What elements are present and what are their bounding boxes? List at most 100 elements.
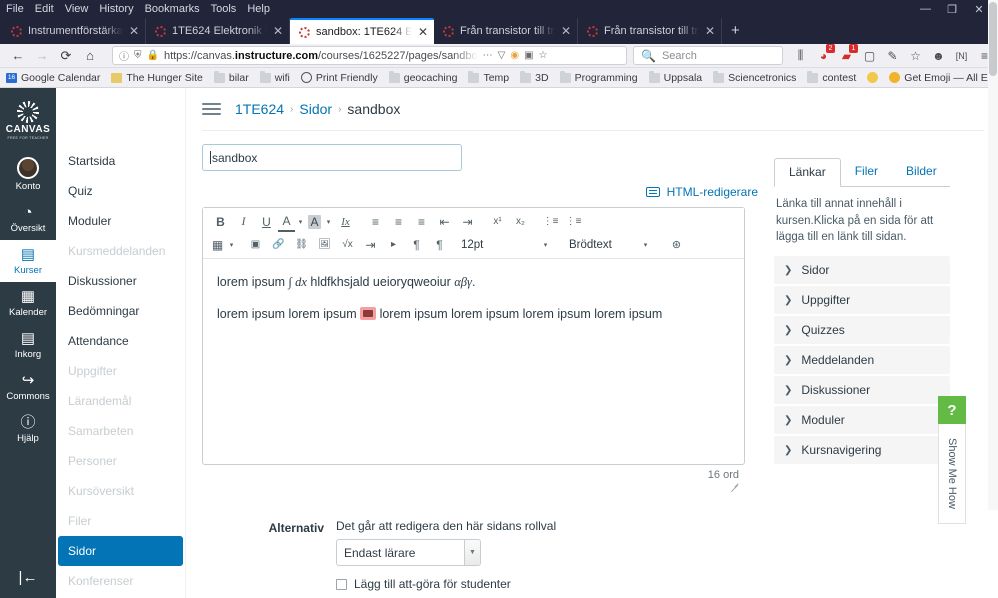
forward-button[interactable]: → [30,46,54,66]
rte-content-area[interactable]: lorem ipsum ∫ dx hldfkhsjald ueioryqweoi… [203,259,744,464]
browser-tab[interactable]: Från transistor till transistorförs ✕ [578,18,722,44]
globalnav-item-hjalp[interactable]: ⓘ Hjälp [0,408,56,450]
align-right-button[interactable]: ≡ [410,211,433,232]
sidebar-item-uppgifter[interactable]: ❯ Uppgifter [774,286,950,315]
tab-filer[interactable]: Filer [841,158,892,186]
bookmark-item[interactable]: bilar [213,70,249,84]
outdent-button[interactable]: ⇤ [433,211,456,232]
menu-tools[interactable]: Tools [211,3,237,15]
browser-tab[interactable]: Från transistor till transistorförs ✕ [434,18,578,44]
home-button[interactable]: ⌂ [78,46,102,66]
window-controls[interactable]: — ❐ ✕ [920,3,994,16]
bullet-list-button[interactable]: ⋮≡ [539,211,562,232]
bold-button[interactable]: B [209,211,232,232]
menu-bookmarks[interactable]: Bookmarks [145,3,200,15]
role-select[interactable]: Endast lärare ▼ [336,539,481,566]
coursenav-item-larandemal[interactable]: Lärandemål [56,386,185,416]
coursenav-item-kursoversikt[interactable]: Kursöversikt [56,476,185,506]
close-tab-icon[interactable]: ✕ [273,24,283,38]
globalnav-item-kurser[interactable]: ▤ Kurser [0,240,56,282]
bookmark-item[interactable]: Print Friendly [300,72,378,84]
underline-button[interactable]: U [255,211,278,232]
rtl-direction-button[interactable]: ¶ [428,234,451,255]
bookmark-item[interactable]: Uppsala [648,70,702,84]
unlink-button[interactable]: ⛓ [290,234,313,255]
todo-checkbox-row[interactable]: Lägg till att-göra för studenter [336,577,556,591]
page-scrollbar[interactable] [988,0,998,510]
show-me-how-widget[interactable]: ? Show Me How [938,396,966,524]
sidebar-item-meddelanden[interactable]: ❯ Meddelanden [774,346,950,375]
reload-button[interactable]: ⟳ [54,46,78,66]
coursenav-item-konferenser[interactable]: Konferenser [56,566,185,596]
resize-handle[interactable] [730,482,739,491]
link-button[interactable]: 🔗 [267,234,290,255]
coursenav-item-personer[interactable]: Personer [56,446,185,476]
search-bar[interactable]: 🔍 Search [633,46,783,65]
page-actions-icon[interactable]: ⋯ [483,50,493,61]
coursenav-item-kursmeddelanden[interactable]: Kursmeddelanden [56,236,185,266]
collapse-nav-button[interactable]: |← [19,569,38,586]
bookmark-item[interactable]: 16 Google Calendar [6,72,100,84]
menu-history[interactable]: History [99,3,133,15]
sidebar-item-sidor[interactable]: ❯ Sidor [774,256,950,285]
background-color-button[interactable]: A [306,211,323,232]
page-title-input[interactable]: sandbox [202,144,462,171]
todo-checkbox[interactable] [336,578,347,590]
image-button[interactable]: 🖼 [313,234,336,255]
close-tab-icon[interactable]: ✕ [129,24,139,38]
menu-edit[interactable]: Edit [35,3,54,15]
canvas-logo[interactable]: CANVAS FREE FOR TEACHER [6,96,50,150]
chevron-down-icon[interactable]: ▼ [464,540,480,565]
coursenav-item-uppgifter[interactable]: Uppgifter [56,356,185,386]
browser-tab[interactable]: Instrumentförstärkaren - steg f ✕ [2,18,146,44]
browser-tab-active[interactable]: sandbox: 1TE624 Elektronik I ✕ [290,18,434,44]
bookmark-item[interactable]: 3D [520,70,549,84]
menu-bar[interactable]: File Edit View History Bookmarks Tools H… [6,3,270,15]
globalnav-item-kalender[interactable]: ▦ Kalender [0,282,56,324]
minimize-button[interactable]: — [920,3,931,16]
media-embed-button[interactable]: ▣ [244,234,267,255]
bookmark-star-icon[interactable]: ☆ [908,49,923,63]
accessibility-checker-icon[interactable]: ⊛ [665,234,688,255]
lastpass-icon[interactable]: ◕ 2 [816,43,835,63]
maximize-button[interactable]: ❐ [947,3,957,16]
paragraph-format-select[interactable]: Brödtext ▾ [565,234,655,255]
bookmark-item[interactable]: Get Emoji — All E… [889,72,998,84]
notion-icon[interactable]: [N] [954,51,969,61]
bookmark-item[interactable] [867,72,879,83]
library-icon[interactable]: ⫼ [793,48,808,63]
tab-lankar[interactable]: Länkar [774,158,841,187]
bookmark-item[interactable]: Temp [468,70,509,84]
bookmark-item[interactable]: Sciencetronics [713,70,796,84]
clear-formatting-button[interactable]: Ix [334,211,357,232]
close-window-button[interactable]: ✕ [974,3,984,16]
tracking-shield-icon[interactable]: ⛨ [134,50,142,61]
close-tab-icon[interactable]: ✕ [705,24,715,38]
coursenav-item-startsida[interactable]: Startsida [56,146,185,176]
reader-mode-icon[interactable]: ◉ [510,50,519,61]
numbered-list-button[interactable]: ⋮≡ [562,211,585,232]
equation-button[interactable]: √x [336,234,359,255]
new-tab-button[interactable]: + [722,18,749,44]
coursenav-item-bedomningar[interactable]: Bedömningar [56,296,185,326]
html-editor-link[interactable]: HTML-redigerare [202,185,758,199]
close-tab-icon[interactable]: ✕ [418,25,428,39]
coursenav-item-sidor[interactable]: Sidor [58,536,183,566]
menu-view[interactable]: View [65,3,89,15]
coursenav-item-moduler[interactable]: Moduler [56,206,185,236]
font-size-select[interactable]: 12pt ▾ [457,234,555,255]
background-color-dropdown-icon[interactable]: ▾ [323,218,334,226]
bookmark-item[interactable]: The Hunger Site [111,72,203,84]
coursenav-item-quiz[interactable]: Quiz [56,176,185,206]
bookmark-item[interactable]: Programming [559,70,638,84]
table-button[interactable]: ▦ [209,234,226,255]
highlighter-icon[interactable]: ✎ [885,49,900,63]
address-bar[interactable]: ⓘ ⛨ 🔒 https://canvas.instructure.com/cou… [112,46,627,65]
bookmark-item[interactable]: wifi [259,70,290,84]
align-left-button[interactable]: ≡ [364,211,387,232]
external-tools-button[interactable]: ⇥ [359,234,382,255]
text-color-dropdown-icon[interactable]: ▾ [295,218,306,226]
bookmark-item[interactable]: contest [807,70,856,84]
menu-toggle-icon[interactable] [202,103,221,115]
sidebar-item-kursnavigering[interactable]: ❯ Kursnavigering [774,436,950,465]
